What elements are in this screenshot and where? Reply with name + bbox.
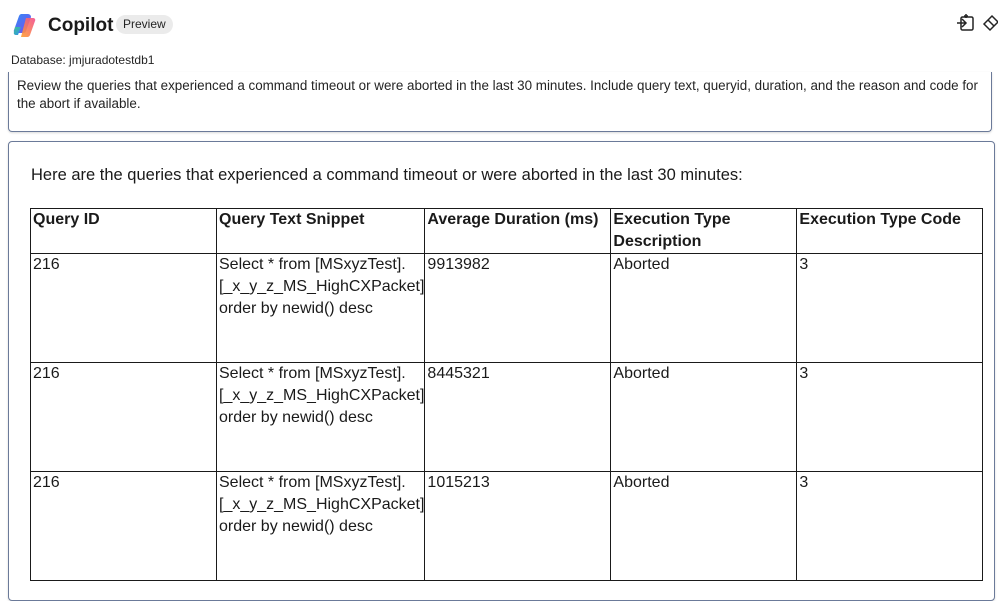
column-header: Query Text Snippet [215, 208, 426, 254]
duration-cell: 1015213 [424, 471, 612, 581]
execution-type-code-cell: 3 [796, 471, 984, 581]
preview-badge: Preview [116, 15, 173, 34]
app-title: Copilot [48, 15, 114, 36]
query-text-cell: Select * from [MSxyzTest].[_x_y_z_MS_Hig… [215, 471, 426, 581]
execution-type-description-cell: Aborted [610, 362, 798, 472]
copilot-logo-icon [13, 14, 36, 38]
table-row: 216 Select * from [MSxyzTest].[_x_y_z_MS… [30, 471, 984, 581]
column-header: Query ID [30, 208, 217, 254]
response-intro: Here are the queries that experienced a … [31, 166, 743, 184]
database-label: Database: jmjuradotestdb1 [11, 53, 155, 67]
table-header-row: Query ID Query Text Snippet Average Dura… [30, 208, 984, 254]
user-prompt-text: Review the queries that experienced a co… [17, 78, 978, 111]
query-id-cell: 216 [30, 471, 217, 581]
new-chat-icon[interactable] [955, 12, 977, 34]
results-table: Query ID Query Text Snippet Average Dura… [30, 208, 984, 581]
duration-cell: 9913982 [424, 253, 612, 363]
execution-type-code-cell: 3 [796, 253, 984, 363]
execution-type-description-cell: Aborted [610, 471, 798, 581]
query-text-cell: Select * from [MSxyzTest].[_x_y_z_MS_Hig… [215, 362, 426, 472]
response-card: Here are the queries that experienced a … [8, 141, 995, 601]
column-header: Execution Type Code [796, 208, 984, 254]
user-prompt-card: Review the queries that experienced a co… [8, 72, 992, 132]
table-row: 216 Select * from [MSxyzTest].[_x_y_z_MS… [30, 362, 984, 472]
query-id-cell: 216 [30, 362, 217, 472]
execution-type-description-cell: Aborted [610, 253, 798, 363]
header: Copilot Preview [0, 0, 998, 50]
query-text-cell: Select * from [MSxyzTest].[_x_y_z_MS_Hig… [215, 253, 426, 363]
column-header: Execution Type Description [610, 208, 798, 254]
column-header: Average Duration (ms) [424, 208, 612, 254]
query-id-cell: 216 [30, 253, 217, 363]
table-row: 216 Select * from [MSxyzTest].[_x_y_z_MS… [30, 253, 984, 363]
clear-icon[interactable] [980, 12, 998, 34]
execution-type-code-cell: 3 [796, 362, 984, 472]
duration-cell: 8445321 [424, 362, 612, 472]
